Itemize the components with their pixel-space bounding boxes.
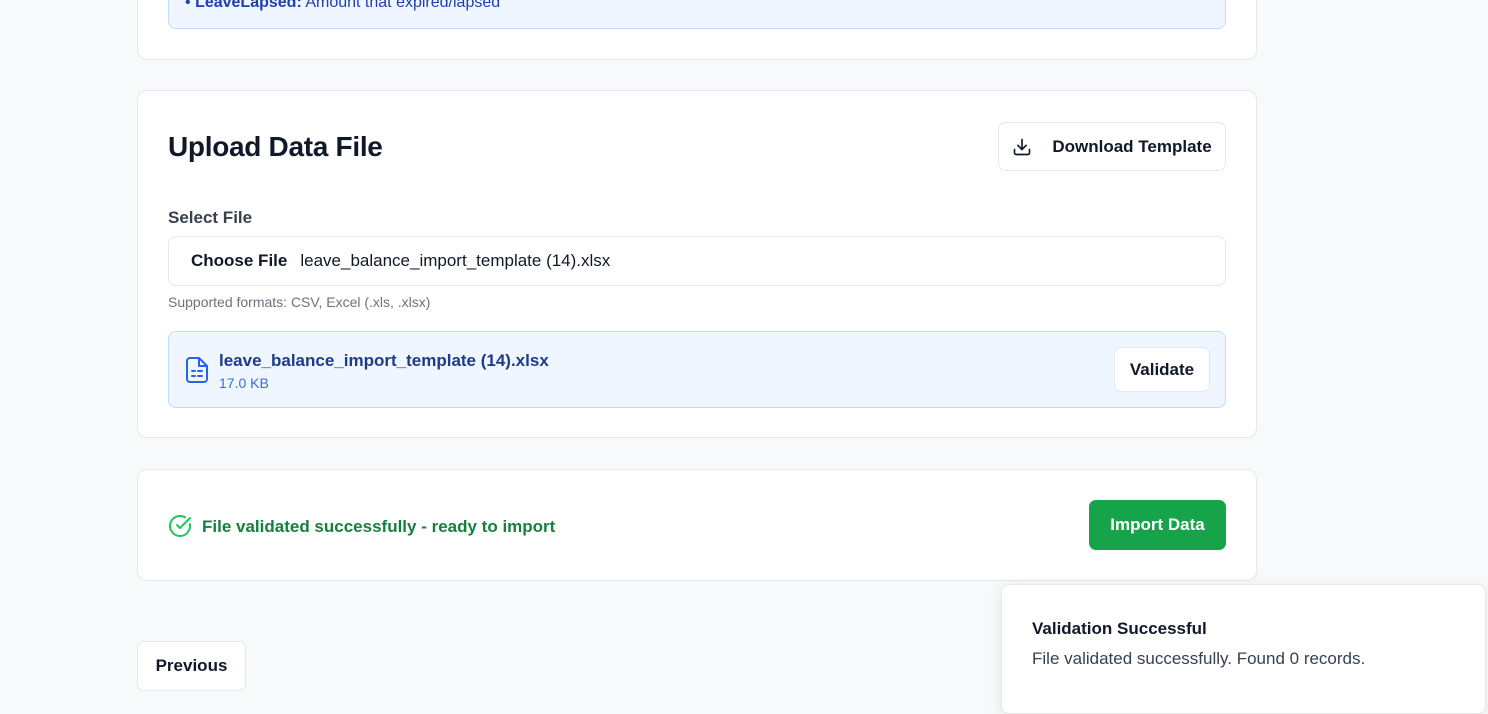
validation-message: File validated successfully - ready to i… (202, 517, 556, 536)
bullet: • (185, 0, 191, 11)
download-icon (1012, 137, 1032, 157)
upload-card: Upload Data File Download Template Selec… (137, 90, 1257, 438)
field-info-item: • LeaveLapsed: Amount that expired/lapse… (185, 0, 500, 12)
upload-title: Upload Data File (168, 131, 383, 162)
selected-file-name: leave_balance_import_template (14).xlsx (219, 351, 549, 370)
download-template-label: Download Template (1052, 136, 1212, 156)
chosen-file-name: leave_balance_import_template (14).xlsx (300, 251, 611, 270)
selected-file-panel: leave_balance_import_template (14).xlsx … (168, 331, 1226, 408)
file-spreadsheet-icon (186, 357, 208, 383)
choose-file-button[interactable]: Choose File (191, 251, 287, 271)
import-data-button[interactable]: Import Data (1089, 500, 1226, 550)
validate-button[interactable]: Validate (1114, 347, 1210, 392)
selected-file-size: 17.0 KB (219, 375, 269, 391)
toast-description: File validated successfully. Found 0 rec… (1032, 649, 1366, 668)
toast-notification: Validation Successful File validated suc… (1001, 584, 1486, 714)
supported-formats-hint: Supported formats: CSV, Excel (.xls, .xl… (168, 294, 431, 310)
field-definitions-card: • LeaveLapsed: Amount that expired/lapse… (137, 0, 1257, 60)
field-term: LeaveLapsed: (195, 0, 302, 11)
field-info-box: • LeaveLapsed: Amount that expired/lapse… (168, 0, 1226, 29)
previous-button[interactable]: Previous (137, 641, 246, 691)
download-template-button[interactable]: Download Template (998, 122, 1226, 171)
check-circle-icon (168, 514, 192, 538)
toast-title: Validation Successful (1032, 619, 1207, 638)
validation-status-card: File validated successfully - ready to i… (137, 469, 1257, 581)
select-file-label: Select File (168, 208, 253, 227)
field-description: Amount that expired/lapsed (305, 0, 501, 11)
file-input[interactable]: Choose File leave_balance_import_templat… (168, 236, 1226, 286)
